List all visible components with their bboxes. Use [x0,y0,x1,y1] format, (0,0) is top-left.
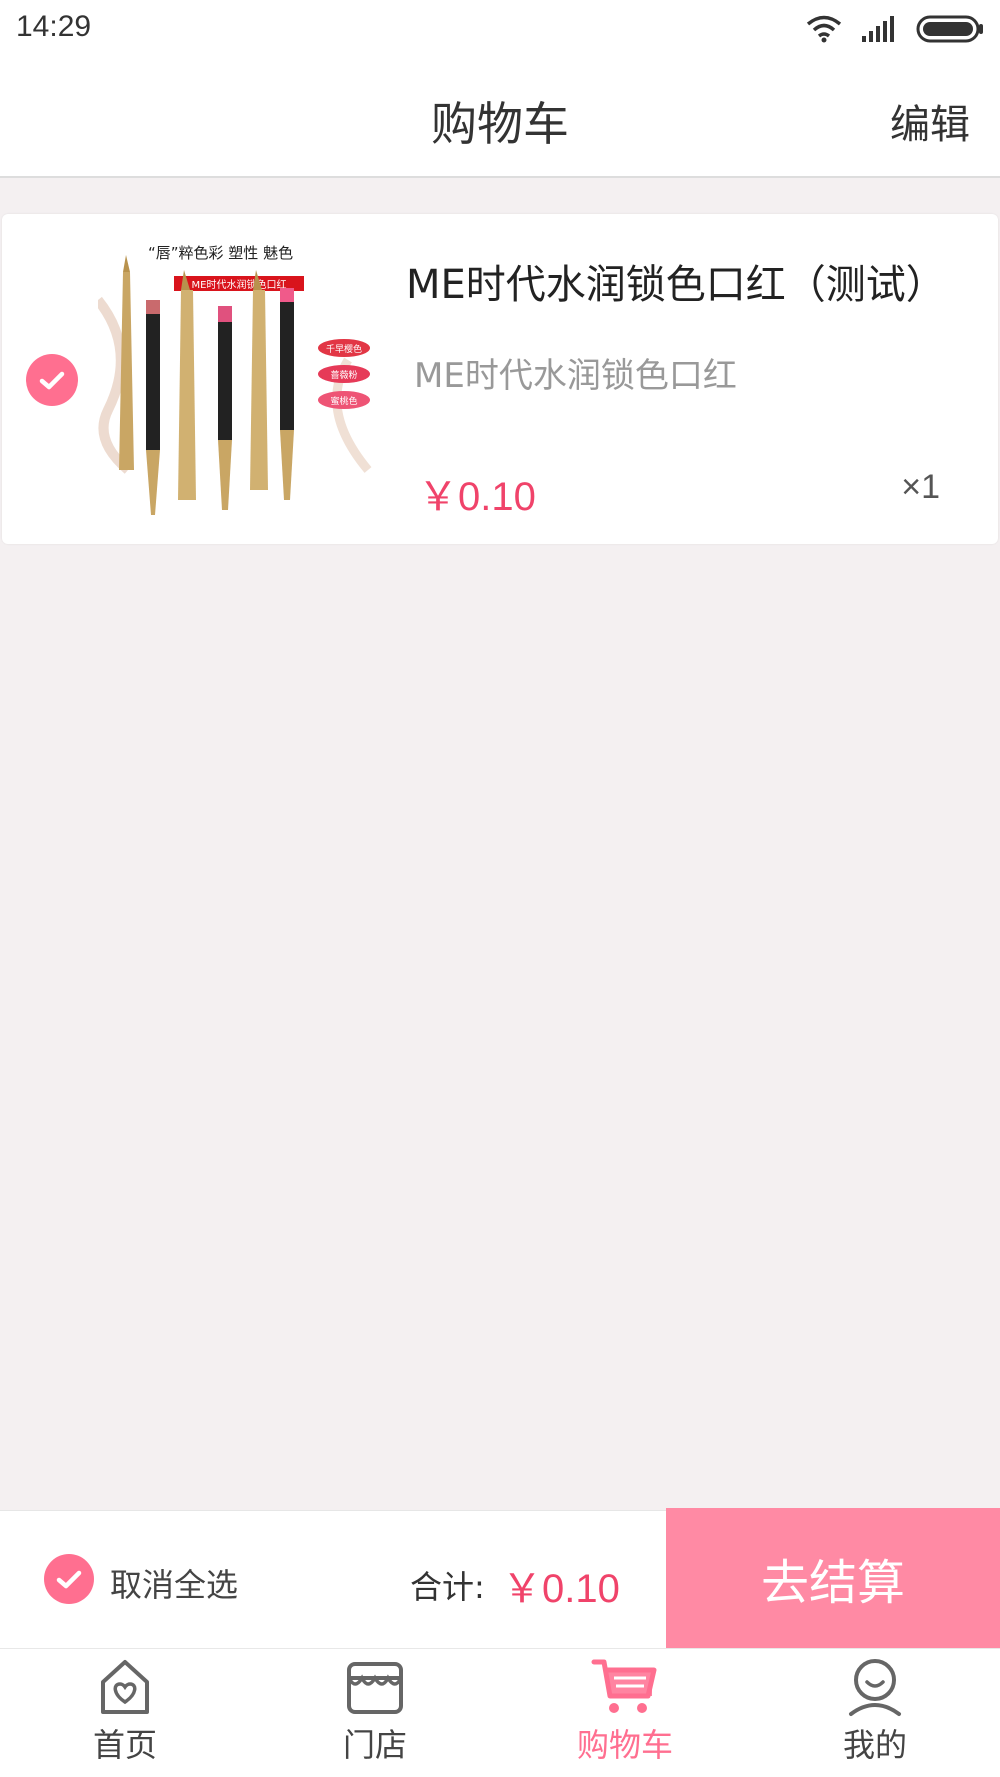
product-name[interactable]: ME时代水润锁色口红（测试） [406,252,946,310]
product-price: ￥0.10 [418,475,536,519]
product-image[interactable]: “唇”粹色彩 塑性 魅色 ME时代水润锁色口红 千早樱色 蔷薇粉 蜜桃色 [98,240,380,520]
tab-home-label: 首页 [92,1726,157,1764]
total-label: 合计: [410,1568,485,1606]
battery-icon [916,15,983,43]
cart-icon [591,1659,657,1713]
total-value: ￥0.10 [502,1567,620,1611]
tab-store[interactable]: 门店 [295,1656,455,1776]
page-title: 购物车 [431,97,569,151]
page-header: 购物车 编辑 [0,58,1000,178]
select-all-checkbox[interactable] [44,1554,94,1604]
home-heart-icon [101,1660,149,1714]
tab-profile[interactable]: 我的 [795,1656,955,1776]
signal-icon [862,16,894,42]
image-shade-2: 蔷薇粉 [330,369,357,381]
edit-button[interactable]: 编辑 [890,92,970,150]
tab-cart-label: 购物车 [576,1726,673,1764]
image-tagline: “唇”粹色彩 塑性 魅色 [148,244,293,262]
status-icons [806,12,984,46]
checkout-button[interactable]: 去结算 [666,1508,1000,1648]
tab-profile-label: 我的 [842,1726,907,1764]
tab-cart[interactable]: 购物车 [545,1656,705,1776]
image-banner: ME时代水润锁色口红 [192,278,287,291]
image-shade-3: 蜜桃色 [330,395,357,407]
status-bar: 14:29 [0,0,1000,58]
checkmark-icon [39,371,65,390]
status-time: 14:29 [16,10,92,43]
tab-home[interactable]: 首页 [45,1656,205,1776]
image-shade-1: 千早樱色 [326,343,362,355]
store-icon [347,1662,403,1714]
item-select-checkbox[interactable] [26,354,78,406]
wifi-icon [806,15,842,43]
product-quantity: ×1 [901,468,940,506]
tab-store-label: 门店 [342,1726,407,1764]
product-subtitle: ME时代水润锁色口红 [414,356,737,396]
checkmark-icon [56,1570,82,1589]
user-icon [849,1659,901,1716]
select-all-label[interactable]: 取消全选 [110,1560,238,1606]
